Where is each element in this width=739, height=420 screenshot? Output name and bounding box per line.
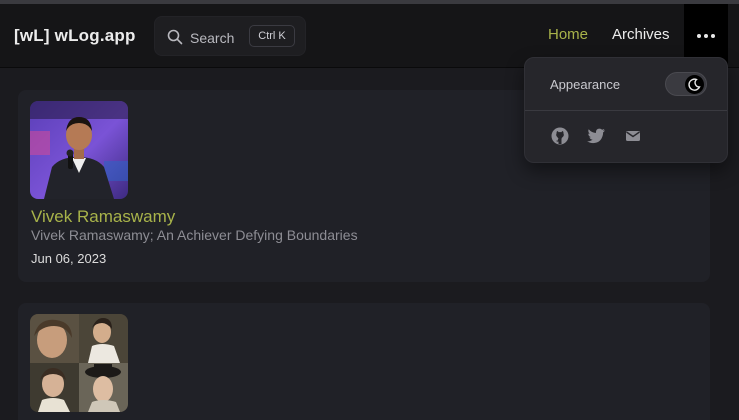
theme-toggle[interactable] [665, 72, 707, 96]
search-label: Search [190, 30, 235, 46]
theme-toggle-knob [685, 75, 704, 94]
nav-archives-link[interactable]: Archives [612, 26, 670, 43]
post-card[interactable] [18, 303, 710, 420]
post-date: Jun 06, 2023 [31, 251, 107, 266]
nav-home-link[interactable]: Home [548, 26, 588, 43]
more-dropdown-menu: Appearance [524, 57, 728, 163]
search-icon [167, 29, 183, 45]
twitter-icon[interactable] [586, 126, 606, 146]
menu-divider [525, 110, 727, 111]
mail-icon[interactable] [623, 126, 643, 146]
post-title[interactable]: Vivek Ramaswamy [31, 207, 175, 227]
github-icon[interactable] [550, 126, 570, 146]
search-shortcut-badge: Ctrl K [249, 25, 295, 47]
appearance-label: Appearance [550, 77, 621, 92]
post-thumbnail-speaker[interactable] [30, 101, 128, 199]
site-brand[interactable]: [wL] wLog.app [14, 26, 136, 46]
post-thumbnail-portraits[interactable] [30, 314, 128, 412]
moon-icon [688, 78, 701, 91]
search-button[interactable]: Search Ctrl K [154, 16, 306, 56]
post-subtitle: Vivek Ramaswamy; An Achiever Defying Bou… [31, 227, 358, 243]
